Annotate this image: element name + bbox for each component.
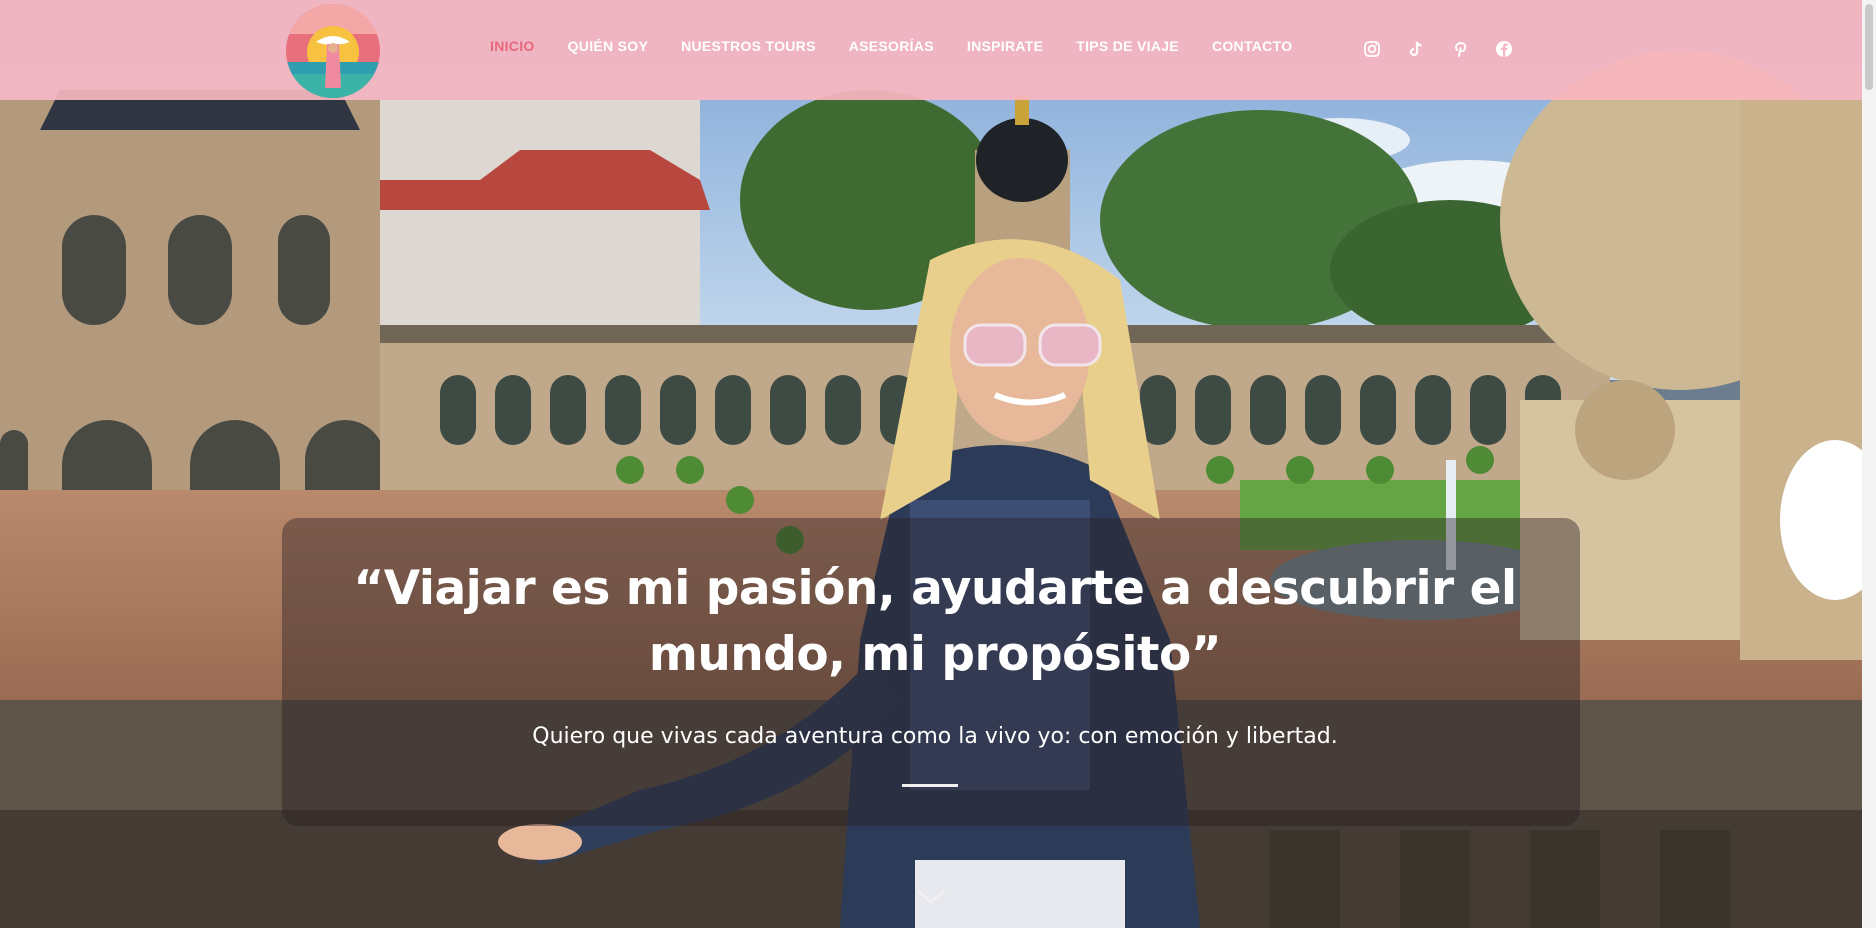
scroll-down-icon[interactable] bbox=[916, 888, 946, 906]
pinterest-icon[interactable] bbox=[1451, 40, 1469, 58]
hero-subtitle: Quiero que vivas cada aventura como la v… bbox=[532, 724, 1338, 749]
instagram-icon[interactable] bbox=[1363, 40, 1381, 58]
facebook-icon[interactable] bbox=[1495, 40, 1513, 58]
nav-item-inspirate[interactable]: INSPIRATE bbox=[967, 38, 1043, 54]
nav-item-tips-de-viaje[interactable]: TIPS DE VIAJE bbox=[1076, 38, 1179, 54]
site-logo[interactable] bbox=[286, 4, 380, 98]
tiktok-icon[interactable] bbox=[1407, 40, 1425, 58]
nav-item-contacto[interactable]: CONTACTO bbox=[1212, 38, 1292, 54]
main-nav: INICIO QUIÉN SOY NUESTROS TOURS ASESORÍA… bbox=[490, 38, 1325, 54]
social-links bbox=[1363, 40, 1513, 58]
hero-quote: “Viajar es mi pasión, ayudarte a descubr… bbox=[353, 561, 1517, 682]
logo-icon bbox=[286, 4, 380, 98]
scrollbar-thumb[interactable] bbox=[1865, 4, 1873, 90]
nav-item-quien-soy[interactable]: QUIÉN SOY bbox=[568, 38, 649, 54]
nav-item-nuestros-tours[interactable]: NUESTROS TOURS bbox=[681, 38, 816, 54]
site-header: INICIO QUIÉN SOY NUESTROS TOURS ASESORÍA… bbox=[0, 0, 1876, 100]
page-scrollbar[interactable] bbox=[1862, 0, 1876, 928]
hero-divider bbox=[902, 784, 958, 787]
nav-item-inicio[interactable]: INICIO bbox=[490, 38, 535, 54]
nav-item-asesorias[interactable]: ASESORÍAS bbox=[849, 38, 934, 54]
